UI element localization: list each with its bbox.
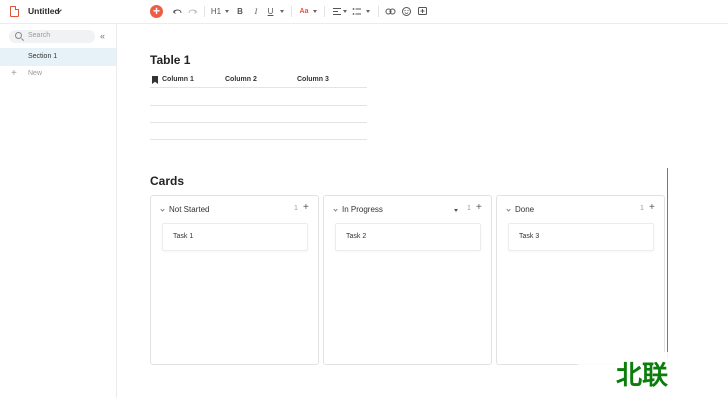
table-row[interactable] xyxy=(150,105,367,106)
board-column-not-started: Not Started 1 + Task 1 xyxy=(150,195,319,365)
document-title[interactable]: Untitled xyxy=(28,6,60,16)
search-input[interactable]: Search xyxy=(9,30,95,43)
cards-title[interactable]: Cards xyxy=(150,174,184,188)
underline-button[interactable]: U xyxy=(266,4,275,19)
board-column-done: Done 1 + Task 3 xyxy=(496,195,665,365)
emoji-icon[interactable] xyxy=(401,4,412,19)
table-column-header[interactable]: Column 3 xyxy=(297,76,329,83)
card-title: Task 1 xyxy=(173,233,194,240)
card-title: Task 3 xyxy=(519,233,540,240)
board-column-in-progress: In Progress 1 + Task 2 xyxy=(323,195,492,365)
redo-icon[interactable] xyxy=(187,4,198,19)
table-row[interactable] xyxy=(150,122,367,123)
font-color-button[interactable]: Aa xyxy=(298,4,310,19)
add-block-button[interactable]: + xyxy=(150,5,163,18)
undo-icon[interactable] xyxy=(172,4,183,19)
list-caret-icon[interactable] xyxy=(366,10,370,13)
card-title: Task 2 xyxy=(346,233,367,240)
column-count: 1 xyxy=(467,205,471,212)
table-title[interactable]: Table 1 xyxy=(150,53,190,67)
font-color-caret-icon[interactable] xyxy=(313,10,317,13)
chevron-down-icon[interactable] xyxy=(506,207,511,212)
column-title[interactable]: Not Started xyxy=(169,205,209,214)
table-row[interactable] xyxy=(150,139,367,140)
search-placeholder: Search xyxy=(28,32,51,39)
new-plus-icon[interactable]: + xyxy=(11,68,17,79)
column-title[interactable]: In Progress xyxy=(342,205,383,214)
watermark-text: 北联 xyxy=(616,361,669,391)
heading-caret-icon[interactable] xyxy=(225,10,229,13)
card[interactable]: Task 1 xyxy=(162,223,308,251)
toolbar-divider xyxy=(324,6,325,17)
card[interactable]: Task 2 xyxy=(335,223,481,251)
add-card-button[interactable]: + xyxy=(476,203,482,213)
sidebar-item-label: Section 1 xyxy=(28,53,58,60)
column-count: 1 xyxy=(640,205,644,212)
add-comment-icon[interactable] xyxy=(417,4,428,19)
align-caret-icon[interactable] xyxy=(343,10,347,13)
toolbar-divider xyxy=(204,6,205,17)
scrollbar[interactable] xyxy=(667,168,668,358)
top-toolbar: Untitled + H1 B I U Aa xyxy=(0,0,728,24)
add-card-button[interactable]: + xyxy=(649,203,655,213)
card[interactable]: Task 3 xyxy=(508,223,654,251)
bookmark-icon xyxy=(152,76,158,84)
chevron-down-icon[interactable] xyxy=(333,207,338,212)
add-card-button[interactable]: + xyxy=(303,203,309,213)
column-title[interactable]: Done xyxy=(515,205,534,214)
align-left-icon[interactable] xyxy=(332,4,342,19)
sidebar-item-section-1[interactable]: Section 1 xyxy=(0,48,116,66)
toolbar-divider xyxy=(291,6,292,17)
column-menu-caret-icon[interactable] xyxy=(454,209,458,212)
table-row-divider xyxy=(150,87,367,88)
search-icon xyxy=(15,32,22,39)
column-count: 1 xyxy=(294,205,298,212)
new-section-button[interactable]: New xyxy=(28,70,42,77)
table-column-header[interactable]: Column 2 xyxy=(225,76,257,83)
bold-button[interactable]: B xyxy=(236,4,244,19)
chevron-down-icon[interactable] xyxy=(160,207,165,212)
watermark: 北联 xyxy=(578,352,714,392)
italic-button[interactable]: I xyxy=(252,4,260,19)
heading-button[interactable]: H1 xyxy=(210,4,222,19)
bulleted-list-icon[interactable] xyxy=(352,4,362,19)
link-icon[interactable] xyxy=(385,4,396,19)
toolbar-divider xyxy=(378,6,379,17)
document-icon xyxy=(10,6,19,17)
format-caret-icon[interactable] xyxy=(280,10,284,13)
sidebar: Search « Section 1 + New xyxy=(0,24,117,398)
table-column-header[interactable]: Column 1 xyxy=(162,76,194,83)
collapse-sidebar-icon[interactable]: « xyxy=(100,32,105,41)
